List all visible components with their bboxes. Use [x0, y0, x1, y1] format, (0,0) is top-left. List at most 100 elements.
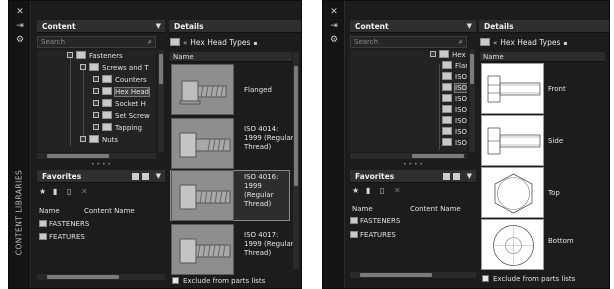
view-thumbnail-front[interactable]	[481, 63, 544, 114]
search-icon[interactable]: ⌕	[459, 37, 463, 47]
content-menu-icon[interactable]: ▼	[156, 20, 161, 33]
tree-item-iso[interactable]: ISO 8	[442, 127, 467, 138]
folder-icon	[102, 75, 112, 83]
list-item[interactable]: FASTENERS	[39, 219, 89, 229]
close-icon[interactable]: ✕	[15, 7, 25, 17]
breadcrumb[interactable]: «Hex Head Types ▪	[480, 37, 567, 49]
content-header: Content ▼	[37, 20, 165, 33]
new-folder-icon[interactable]: ▮	[53, 186, 57, 198]
part-thumbnail-iso4014[interactable]	[171, 118, 234, 169]
close-icon[interactable]: ✕	[329, 7, 339, 17]
fav-col-name[interactable]: Name	[39, 206, 60, 216]
tree-item-flange[interactable]: Flange	[442, 61, 467, 72]
tree-item-tapping[interactable]: Tapping	[93, 123, 142, 134]
splitter-grip[interactable]: • • • •	[350, 162, 476, 168]
tree-item-nuts[interactable]: Nuts	[80, 135, 118, 146]
tree-item-hex-head[interactable]: Hex Head	[93, 87, 151, 98]
fav-col-name[interactable]: Name	[352, 204, 373, 214]
part-label: ISO 4016: 1999 (Regular Thread)	[244, 173, 279, 208]
properties-icon[interactable]: ⚙	[15, 35, 25, 45]
delete-icon[interactable]: ✕	[394, 185, 401, 197]
exclude-checkbox[interactable]: Exclude from parts lists	[482, 274, 575, 284]
tree-item-iso[interactable]: ISO 4	[442, 83, 467, 94]
fav-col-content[interactable]: Content Name	[410, 204, 461, 214]
favorites-hscrollbar[interactable]	[37, 274, 165, 280]
favorites-hscrollbar[interactable]	[350, 272, 476, 278]
breadcrumb[interactable]: «Hex Head Types ▪	[170, 37, 257, 49]
favorites-menu-icon[interactable]: ▼	[156, 170, 161, 183]
part-thumbnail-iso4016[interactable]	[171, 170, 234, 221]
new-folder-icon[interactable]: ▮	[366, 185, 370, 197]
folder-icon	[89, 135, 99, 143]
tree-hscrollbar[interactable]	[37, 153, 156, 159]
tree-item-iso[interactable]: ISO 8	[442, 116, 467, 127]
folder-icon	[442, 105, 452, 113]
folder-icon	[439, 50, 449, 58]
tree-scrollbar[interactable]	[158, 50, 164, 152]
list-item[interactable]: FASTENERS	[350, 216, 400, 226]
tree-item-iso[interactable]: ISO 4	[442, 105, 467, 116]
part-label: ISO 4014: 1999 (Regular Thread)	[244, 125, 294, 151]
folder-icon	[442, 72, 452, 80]
favorites-menu-icon[interactable]: ▼	[467, 170, 472, 183]
part-thumbnail-flanged[interactable]	[171, 64, 234, 115]
list-item[interactable]: FEATURES	[350, 230, 396, 240]
exclude-checkbox[interactable]: Exclude from parts lists	[172, 276, 265, 286]
tree-item-set-screw[interactable]: Set Screw	[93, 111, 150, 122]
view-toggle-icon[interactable]	[443, 173, 450, 180]
document-icon[interactable]: ▯	[67, 186, 71, 198]
tree-item-iso[interactable]: ISO 8	[442, 138, 467, 149]
view-toggle-icon[interactable]	[132, 173, 139, 180]
properties-icon[interactable]: ⚙	[329, 35, 339, 45]
view-options-icon[interactable]	[142, 173, 149, 180]
tree-item-fasteners[interactable]: Fasteners	[67, 51, 123, 62]
details-scrollbar[interactable]	[293, 52, 299, 269]
splitter-grip[interactable]: • • • •	[37, 162, 165, 168]
star-icon[interactable]: ★	[352, 185, 359, 197]
chevron-down-icon[interactable]: ▪	[253, 38, 257, 50]
back-icon[interactable]: «	[493, 39, 497, 47]
part-label: Flanged	[244, 86, 272, 94]
checkbox-icon[interactable]	[172, 276, 179, 284]
search-input[interactable]: Search ⌕	[37, 36, 156, 48]
tree-item-screws[interactable]: Screws and T	[80, 63, 149, 74]
folder-icon	[442, 116, 452, 124]
view-options-icon[interactable]	[453, 173, 460, 180]
view-thumbnail-bottom[interactable]	[481, 219, 544, 270]
back-icon[interactable]: «	[183, 39, 187, 47]
details-col-name[interactable]: Name	[480, 52, 605, 62]
tree-scrollbar[interactable]	[469, 50, 475, 152]
tree-item-iso[interactable]: ISO 4	[442, 94, 467, 105]
autohide-icon[interactable]: ⇥	[329, 21, 339, 31]
search-input[interactable]: Search ⌕	[350, 36, 467, 48]
folder-icon	[442, 94, 452, 102]
view-label: Bottom	[548, 237, 574, 245]
details-col-name[interactable]: Name	[170, 52, 292, 62]
part-label: ISO 4017: 1999 (Regular Thread)	[244, 231, 294, 257]
details-header: Details	[479, 20, 609, 33]
part-thumbnail-iso4017[interactable]	[171, 224, 234, 275]
tree-item-hex-head[interactable]: Hex Head	[430, 50, 467, 61]
fav-col-content[interactable]: Content Name	[84, 206, 135, 216]
document-icon[interactable]: ▯	[380, 185, 384, 197]
tree-item-iso[interactable]: ISO 4	[442, 72, 467, 83]
list-item[interactable]: FEATURES	[39, 232, 85, 242]
view-thumbnail-top[interactable]	[481, 167, 544, 218]
favorites-toolbar: ★ ▮ ▯ ✕	[37, 186, 165, 198]
search-icon[interactable]: ⌕	[148, 37, 152, 47]
folder-icon	[102, 111, 112, 119]
content-tree: Fasteners Screws and T Counters Hex Head…	[37, 50, 156, 152]
star-icon[interactable]: ★	[39, 186, 46, 198]
chevron-down-icon[interactable]: ▪	[563, 38, 567, 50]
checkbox-icon[interactable]	[482, 274, 489, 282]
autohide-icon[interactable]: ⇥	[15, 21, 25, 31]
content-menu-icon[interactable]: ▼	[467, 20, 472, 33]
tree-item-socket-head[interactable]: Socket H	[93, 99, 146, 110]
favorites-header: Favorites ▼	[37, 170, 165, 183]
favorite-icon	[39, 219, 47, 227]
tree-item-countersunk[interactable]: Counters	[93, 75, 147, 86]
delete-icon[interactable]: ✕	[81, 186, 88, 198]
tree-hscrollbar[interactable]	[350, 153, 467, 159]
content-libraries-panel-right: ✕ ⇥ ⚙ Content▼ Search⌕ Hex Head Flange I…	[322, 0, 610, 289]
view-thumbnail-side[interactable]	[481, 115, 544, 166]
